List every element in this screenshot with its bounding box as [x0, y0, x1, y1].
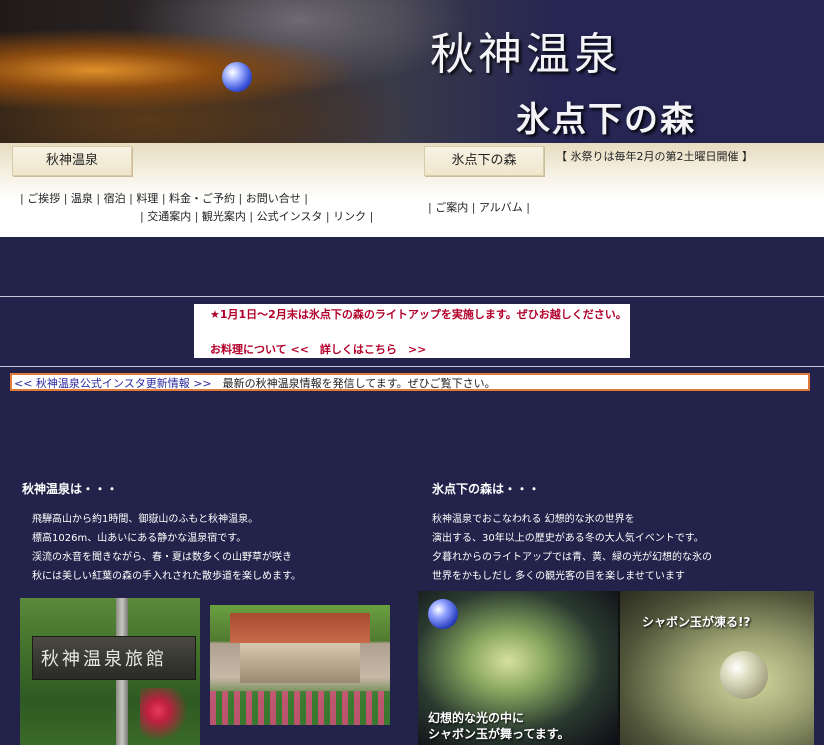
akigami-nav-row-2: | 交通案内 | 観光案内 | 公式インスタ | リンク | [140, 208, 373, 224]
nav-link-food[interactable]: 料理 [136, 192, 158, 205]
nav-separator: | [238, 192, 246, 205]
festival-note: 【 氷祭りは毎年2月の第2土曜日開催 】 [556, 150, 753, 163]
nav-link-links[interactable]: リンク [333, 210, 366, 223]
lightup-caption-1: 幻想的な光の中に [428, 711, 525, 725]
nav-separator: | [471, 201, 479, 214]
frozen-bubble-caption: シャボン玉が凍る!? [642, 615, 751, 629]
nav-link-greeting[interactable]: ご挨拶 [27, 192, 60, 205]
nav-link-onsen[interactable]: 温泉 [71, 192, 93, 205]
instagram-update-bar: << 秋神温泉公式インスタ更新情報 >> 最新の秋神温泉情報を発信してます。ぜひ… [10, 373, 810, 391]
ryokan-sign-photo[interactable]: 秋神温泉旅館 [20, 598, 200, 745]
nav-separator: | [161, 192, 170, 205]
hyoten-nav-row: | ご案内 | アルバム | [428, 199, 530, 215]
ryokan-sign: 秋神温泉旅館 [32, 636, 196, 680]
hyoten-section-body: 秋神温泉でおこなわれる 幻想的な氷の世界を 演出する、30年以上の歴史がある冬の… [432, 510, 712, 586]
nav-separator: | [304, 192, 308, 205]
akigami-nav-row-1: | ご挨拶 | 温泉 | 宿泊 | 料理 | 料金・ご予約 | お問い合せ | [20, 190, 308, 206]
hyoten-line: 世界をかもしだし 多くの観光客の目を楽しませています [432, 571, 685, 582]
frozen-bubble-photo[interactable]: シャボン玉が凍る!? 幻想的な光の中に シャボン玉が舞ってます。 [418, 591, 814, 745]
building-facade [240, 643, 360, 683]
notice-box: ★1月1日～2月末は氷点下の森のライトアップを実施します。ぜひお越しください。 … [194, 304, 630, 358]
nav-separator: | [249, 210, 257, 223]
akigami-line: 秋には美しい紅葉の森の手入れされた散歩道を楽しめます。 [32, 571, 301, 582]
nav-link-album[interactable]: アルバム [479, 201, 523, 214]
akigami-line: 標高1026m、山あいにある静かな温泉宿です。 [32, 533, 247, 544]
ryokan-building-photo[interactable] [210, 605, 390, 725]
tab-akigami-onsen[interactable]: 秋神温泉 [12, 146, 132, 176]
hyoten-section-title: 氷点下の森は・・・ [432, 482, 541, 496]
tab-hyoten-mori[interactable]: 氷点下の森 [424, 146, 544, 176]
nav-link-access[interactable]: 交通案内 [147, 210, 191, 223]
frozen-bubble-image [720, 651, 768, 699]
frozen-bubble-scene: シャボン玉が凍る!? [620, 591, 814, 745]
nav-separator: | [63, 192, 71, 205]
akigami-section-title: 秋神温泉は・・・ [22, 482, 119, 496]
nav-separator: | [369, 210, 374, 223]
instagram-update-link[interactable]: << 秋神温泉公式インスタ更新情報 >> [14, 377, 212, 390]
nav-link-price-reserve[interactable]: 料金・ご予約 [169, 192, 235, 205]
hyoten-line: 演出する、30年以上の歴史がある冬の大人気イベントです。 [432, 533, 704, 544]
soap-bubble-image [222, 62, 252, 92]
instagram-update-text: 最新の秋神温泉情報を発信してます。ぜひご覧下さい。 [211, 377, 496, 390]
flower-bed [210, 691, 390, 725]
divider [0, 366, 824, 367]
nav-separator: | [194, 210, 202, 223]
akigami-line: 渓流の水音を聞きながら、春・夏は数多くの山野草が咲き [32, 552, 292, 563]
hyoten-line: 夕暮れからのライトアップでは青、黄、緑の光が幻想的な氷の [432, 552, 712, 563]
lightup-notice: ★1月1日～2月末は氷点下の森のライトアップを実施します。ぜひお越しください。 [210, 308, 627, 321]
nav-link-contact[interactable]: お問い合せ [246, 192, 301, 205]
header-banner: 秋神温泉 氷点下の森 [0, 0, 824, 143]
ryokan-sign-text: 秋神温泉旅館 [41, 649, 167, 670]
site-title: 秋神温泉 [430, 29, 622, 80]
building-roof [230, 613, 370, 643]
akigami-section-body: 飛騨高山から約1時間、御嶽山のふもと秋神温泉。 標高1026m、山あいにある静か… [32, 510, 301, 586]
nav-link-instagram[interactable]: 公式インスタ [257, 210, 323, 223]
nav-separator: | [526, 201, 531, 214]
hyoten-line: 秋神温泉でおこなわれる 幻想的な氷の世界を [432, 514, 635, 525]
site-subtitle: 氷点下の森 [516, 100, 696, 140]
nav-link-sightseeing[interactable]: 観光案内 [202, 210, 246, 223]
nav-separator: | [325, 210, 334, 223]
divider [0, 296, 824, 297]
akigami-line: 飛騨高山から約1時間、御嶽山のふもと秋神温泉。 [32, 514, 259, 525]
soap-bubble-image [428, 599, 458, 629]
nav-link-stay[interactable]: 宿泊 [104, 192, 126, 205]
lightup-caption-2: シャボン玉が舞ってます。 [428, 727, 570, 741]
nav-separator: | [96, 192, 104, 205]
nav-link-guide[interactable]: ご案内 [435, 201, 468, 214]
flowers [140, 688, 200, 745]
food-info-link[interactable]: お料理について << 詳しくはこちら >> [210, 341, 426, 357]
